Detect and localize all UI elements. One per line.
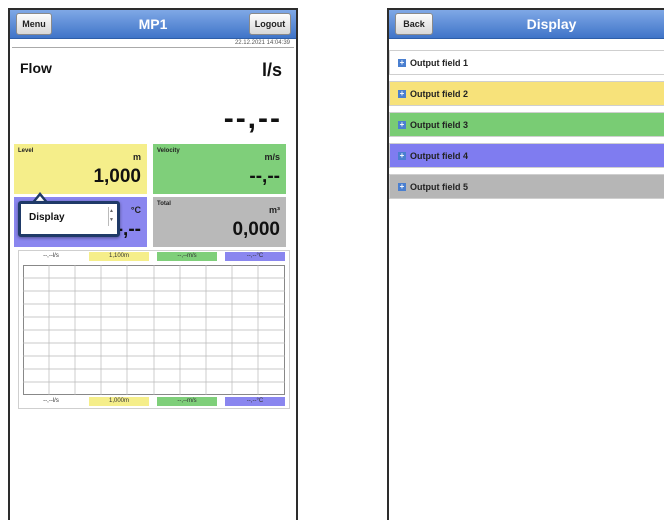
output-field-label: Output field 3 xyxy=(410,119,468,130)
tile-unit: m³ xyxy=(269,205,280,215)
display-popup[interactable]: Display ▲ ▼ xyxy=(18,201,120,237)
expand-plus-icon[interactable]: + xyxy=(398,120,406,129)
expand-plus-icon[interactable]: + xyxy=(398,182,406,191)
expand-plus-icon[interactable]: + xyxy=(398,151,406,160)
output-field-label: Output field 5 xyxy=(410,181,468,192)
header-bar: Menu MP1 Logout xyxy=(10,10,296,39)
output-field-label: Output field 2 xyxy=(410,88,468,99)
output-field-row[interactable]: + Output field 1 xyxy=(389,50,664,75)
logout-button[interactable]: Logout xyxy=(249,13,291,35)
tile-unit: m xyxy=(132,152,141,162)
tile-value: 0,000 xyxy=(232,219,280,240)
tile-value: -,-- xyxy=(116,219,141,240)
chart-chip-velocity-bottom: --,--m/s xyxy=(157,397,217,406)
chart-chip-level-top: 1,100m xyxy=(89,252,149,261)
tile-value: --,-- xyxy=(249,166,280,187)
flow-unit: l/s xyxy=(261,60,282,80)
tile-value: 1,000 xyxy=(93,166,141,187)
divider xyxy=(12,47,294,48)
tile-level[interactable]: Level m 1,000 xyxy=(14,144,147,194)
trend-chart: --,--l/s 1,100m --,--m/s --,--°C --,--l/… xyxy=(18,250,290,409)
flow-value: --,-- xyxy=(223,102,282,135)
chart-grid xyxy=(23,265,285,395)
scroll-arrows-icon[interactable]: ▲ ▼ xyxy=(108,207,114,226)
chart-chip-temp-top: --,--°C xyxy=(225,252,285,261)
output-field-label: Output field 1 xyxy=(410,57,468,68)
tile-unit: °C xyxy=(130,205,141,215)
tile-unit: m/s xyxy=(264,152,280,162)
tile-velocity[interactable]: Velocity m/s --,-- xyxy=(153,144,286,194)
screen-display: Back Display + Output field 1 + Output f… xyxy=(387,8,664,520)
back-button[interactable]: Back xyxy=(395,13,433,35)
chart-chip-level-bottom: 1,000m xyxy=(89,397,149,406)
screen-main: Menu MP1 Logout 22.12.2021 14:04:39 Flow… xyxy=(8,8,298,520)
tile-label: Velocity xyxy=(157,148,180,154)
timestamp: 22.12.2021 14:04:39 xyxy=(234,40,290,46)
tile-label: Level xyxy=(18,148,34,154)
page-title: Display xyxy=(526,16,577,32)
tile-total[interactable]: Total m³ 0,000 xyxy=(153,197,286,247)
flow-label: Flow xyxy=(20,60,52,76)
chart-chip-velocity-top: --,--m/s xyxy=(157,252,217,261)
popup-label: Display xyxy=(29,212,65,223)
expand-plus-icon[interactable]: + xyxy=(398,58,406,67)
chart-chip-flow-top: --,--l/s xyxy=(21,252,81,261)
output-field-row[interactable]: + Output field 2 xyxy=(389,81,664,106)
output-field-row[interactable]: + Output field 5 xyxy=(389,174,664,199)
output-field-label: Output field 4 xyxy=(410,150,468,161)
output-field-row[interactable]: + Output field 3 xyxy=(389,112,664,137)
output-field-row[interactable]: + Output field 4 xyxy=(389,143,664,168)
header-bar: Back Display xyxy=(389,10,664,39)
chart-chip-temp-bottom: --,--°C xyxy=(225,397,285,406)
tile-label: Total xyxy=(157,201,171,207)
expand-plus-icon[interactable]: + xyxy=(398,89,406,98)
chart-chip-flow-bottom: --,--l/s xyxy=(21,397,81,406)
